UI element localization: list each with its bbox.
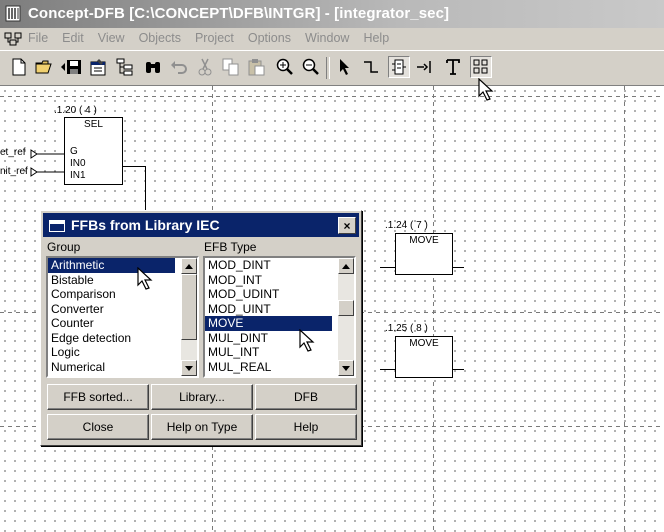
group-item-bistable[interactable]: Bistable [48, 273, 197, 288]
input-connectors [30, 149, 64, 177]
sel-pin-in1: IN1 [70, 170, 86, 181]
move-2-output-wire [452, 369, 464, 370]
efb-item-mod-uint[interactable]: MOD_UINT [205, 302, 354, 317]
title-bar: Concept-DFB [C:\CONCEPT\DFB\INTGR] - [in… [0, 0, 664, 28]
sel-output-wire [122, 166, 146, 167]
move-1-output-wire [452, 267, 464, 268]
menu-bar: File Edit View Objects Project Options W… [0, 28, 664, 50]
move-block-1-number: .1.24 ( 7 ) [385, 220, 428, 231]
efb-item-mod-int[interactable]: MOD_INT [205, 273, 354, 288]
menu-project[interactable]: Project [195, 31, 234, 45]
sel-pin-g: G [70, 146, 78, 157]
input-et-ref-label: et_ref [0, 147, 26, 158]
mouse-cursor-icon [299, 329, 315, 352]
efb-scroll-thumb[interactable] [338, 300, 354, 316]
open-folder-icon[interactable] [34, 56, 56, 78]
sel-block-number: .1.20 ( 4 ) [54, 105, 97, 116]
select-pointer-icon[interactable] [334, 56, 356, 78]
menu-file[interactable]: File [28, 31, 48, 45]
ffb-library-icon[interactable] [470, 56, 492, 78]
sel-output-wire-vertical [145, 166, 146, 210]
document-system-icon[interactable] [4, 31, 22, 47]
efb-item-mod-udint[interactable]: MOD_UDINT [205, 287, 354, 302]
group-listbox[interactable]: Arithmetic Bistable Comparison Converter… [46, 256, 199, 378]
efb-item-mod-dint[interactable]: MOD_DINT [205, 258, 354, 273]
help-on-type-button[interactable]: Help on Type [151, 414, 253, 440]
properties-icon[interactable] [88, 56, 110, 78]
group-scroll-thumb[interactable] [181, 274, 197, 340]
efb-scrollbar[interactable] [338, 258, 354, 376]
ffb-library-dialog: FFBs from Library IEC × Group EFB Type A… [40, 210, 362, 446]
efb-item-mul-real[interactable]: MUL_REAL [205, 360, 354, 375]
cut-icon[interactable] [194, 56, 216, 78]
sel-function-block[interactable]: SEL G IN0 IN1 [64, 117, 123, 185]
move-function-block-1[interactable]: MOVE [395, 233, 453, 275]
close-icon[interactable]: × [338, 217, 356, 234]
toolbar-separator [326, 57, 330, 79]
mouse-cursor-icon [137, 267, 153, 290]
group-scrollbar[interactable] [181, 258, 197, 376]
move-block-2-number: .1.25 ( 8 ) [385, 323, 428, 334]
scroll-up-icon[interactable] [338, 258, 354, 274]
binoculars-icon[interactable] [142, 56, 164, 78]
group-item-numerical[interactable]: Numerical [48, 360, 197, 375]
toolbar [0, 51, 664, 86]
pin-icon[interactable] [414, 56, 436, 78]
menu-objects[interactable]: Objects [139, 31, 181, 45]
window-title: Concept-DFB [C:\CONCEPT\DFB\INTGR] - [in… [28, 5, 450, 22]
mouse-cursor-icon [478, 78, 494, 101]
group-item-converter[interactable]: Converter [48, 302, 197, 317]
library-button[interactable]: Library... [151, 384, 253, 410]
dialog-window-icon [49, 220, 65, 232]
menu-window[interactable]: Window [305, 31, 349, 45]
dialog-title-bar[interactable]: FFBs from Library IEC × [43, 213, 359, 237]
dialog-title: FFBs from Library IEC [71, 217, 220, 233]
paste-icon[interactable] [246, 56, 268, 78]
group-item-logic[interactable]: Logic [48, 345, 197, 360]
dfb-button[interactable]: DFB [255, 384, 357, 410]
group-item-edge-detection[interactable]: Edge detection [48, 331, 197, 346]
ffb-sorted-button[interactable]: FFB sorted... [47, 384, 149, 410]
page-grid-line [433, 86, 434, 532]
sel-pin-in0: IN0 [70, 158, 86, 169]
efb-item-mul-dint[interactable]: MUL_DINT [205, 331, 354, 346]
menu-options[interactable]: Options [248, 31, 291, 45]
page-grid-line [624, 86, 625, 532]
scroll-down-icon[interactable] [338, 360, 354, 376]
scroll-up-icon[interactable] [181, 258, 197, 274]
menu-edit[interactable]: Edit [62, 31, 84, 45]
move-function-block-2[interactable]: MOVE [395, 336, 453, 378]
copy-icon[interactable] [220, 56, 242, 78]
efb-type-label: EFB Type [204, 240, 257, 254]
move-1-input-wire [380, 267, 395, 268]
save-icon[interactable] [60, 56, 82, 78]
input-nit-ref-label: nit_ref [0, 166, 28, 177]
zoom-out-icon[interactable] [300, 56, 322, 78]
undo-icon[interactable] [168, 56, 190, 78]
move-block-1-type: MOVE [409, 235, 439, 246]
efb-item-mul-int[interactable]: MUL_INT [205, 345, 354, 360]
move-block-2-type: MOVE [409, 338, 439, 349]
app-icon [5, 5, 21, 22]
group-item-counter[interactable]: Counter [48, 316, 197, 331]
move-2-input-wire [380, 369, 395, 370]
zoom-in-icon[interactable] [274, 56, 296, 78]
group-item-arithmetic[interactable]: Arithmetic [48, 258, 175, 273]
group-item-comparison[interactable]: Comparison [48, 287, 197, 302]
help-button[interactable]: Help [255, 414, 357, 440]
close-button[interactable]: Close [47, 414, 149, 440]
page-grid-line [0, 96, 664, 97]
hierarchy-icon[interactable] [114, 56, 136, 78]
ffb-icon[interactable] [388, 56, 410, 78]
efb-type-listbox[interactable]: MOD_DINT MOD_INT MOD_UDINT MOD_UINT MOVE… [203, 256, 356, 378]
link-icon[interactable] [360, 56, 382, 78]
text-icon[interactable] [442, 56, 464, 78]
group-label: Group [47, 240, 81, 254]
sel-block-type: SEL [84, 119, 103, 130]
menu-help[interactable]: Help [363, 31, 389, 45]
new-document-icon[interactable] [8, 56, 30, 78]
scroll-down-icon[interactable] [181, 360, 197, 376]
menu-view[interactable]: View [98, 31, 125, 45]
